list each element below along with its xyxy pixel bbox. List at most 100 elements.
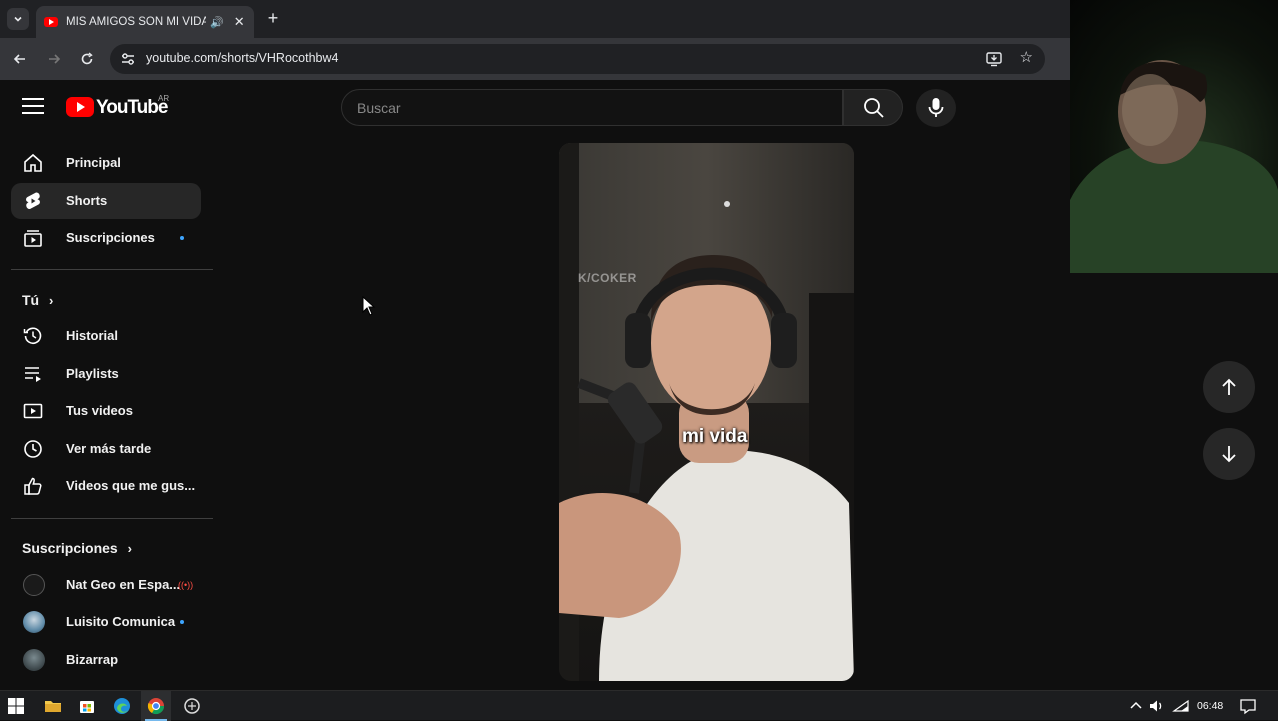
search-button[interactable] bbox=[843, 89, 903, 126]
webcam-person-image bbox=[1070, 60, 1278, 273]
avatar bbox=[23, 574, 45, 596]
back-button[interactable] bbox=[9, 48, 31, 70]
watch-later-icon bbox=[24, 440, 42, 458]
sidebar-item-label: Suscripciones bbox=[66, 230, 155, 245]
arrow-up-icon bbox=[1222, 378, 1236, 395]
sidebar-item-ver-mas-tarde[interactable]: Ver más tarde bbox=[11, 431, 201, 467]
country-code: AR bbox=[158, 94, 170, 103]
youtube-wordmark[interactable]: YouTube bbox=[96, 97, 168, 119]
sidebar-item-label: Historial bbox=[66, 328, 119, 343]
volume-icon[interactable] bbox=[1148, 697, 1166, 715]
url-text[interactable]: youtube.com/shorts/VHRocothbw4 bbox=[146, 51, 338, 65]
close-tab-icon[interactable]: ✕ bbox=[234, 14, 245, 30]
arrow-down-icon bbox=[1222, 446, 1236, 463]
arrow-left-icon bbox=[13, 54, 25, 64]
sidebar-item-videos-que-me-gustan[interactable]: Videos que me gus... bbox=[11, 468, 201, 504]
app-icon[interactable] bbox=[183, 697, 201, 715]
sidebar-item-suscripciones[interactable]: Suscripciones bbox=[11, 220, 201, 256]
sidebar-item-historial[interactable]: Historial bbox=[11, 318, 201, 354]
audio-playing-icon[interactable]: 🔊 bbox=[210, 16, 224, 29]
liked-videos-icon bbox=[24, 477, 42, 495]
chevron-right-icon: › bbox=[49, 293, 54, 308]
browser-tab-active[interactable]: MIS AMIGOS SON MI VIDA 🔊 ✕ bbox=[36, 6, 254, 38]
history-icon bbox=[23, 327, 42, 345]
next-short-button[interactable] bbox=[1203, 428, 1255, 480]
avatar bbox=[23, 611, 45, 633]
edge-browser-icon[interactable] bbox=[113, 697, 131, 715]
sidebar-item-principal[interactable]: Principal bbox=[11, 145, 201, 181]
youtube-logo-icon[interactable] bbox=[66, 97, 94, 117]
mouse-cursor-icon bbox=[362, 296, 376, 316]
new-content-dot bbox=[180, 236, 184, 240]
short-video-player[interactable]: K/COKER mi vida bbox=[559, 143, 854, 681]
new-content-dot bbox=[180, 620, 184, 624]
chevron-up-icon[interactable] bbox=[1127, 697, 1145, 715]
webcam-overlay bbox=[1070, 0, 1278, 273]
subscriptions-section-title[interactable]: Suscripciones › bbox=[22, 540, 132, 556]
sidebar-item-label: Videos que me gus... bbox=[66, 478, 196, 493]
forward-button[interactable] bbox=[43, 48, 65, 70]
playlists-icon bbox=[25, 367, 41, 382]
video-frame bbox=[559, 143, 854, 681]
sidebar-item-label: Ver más tarde bbox=[66, 441, 152, 456]
chevron-right-icon: › bbox=[127, 541, 132, 556]
you-section-label: Tú bbox=[22, 292, 40, 308]
menu-icon[interactable] bbox=[22, 98, 44, 116]
sidebar-divider bbox=[11, 518, 213, 519]
notifications-icon[interactable] bbox=[1239, 697, 1257, 715]
sidebar-item-label: Bizarrap bbox=[66, 652, 119, 667]
taskbar-clock[interactable]: 06:48 bbox=[1197, 700, 1223, 712]
bookmark-star-icon[interactable]: ☆ bbox=[1020, 48, 1033, 66]
sidebar-item-label: Nat Geo en Espa... bbox=[66, 577, 181, 592]
youtube-favicon-icon bbox=[44, 17, 58, 27]
sidebar-item-shorts[interactable]: Shorts bbox=[11, 183, 201, 219]
browser-toolbar: youtube.com/shorts/VHRocothbw4 ☆ bbox=[0, 38, 1070, 80]
reload-icon bbox=[81, 52, 93, 65]
previous-short-button[interactable] bbox=[1203, 361, 1255, 413]
youtube-header: YouTube AR bbox=[0, 80, 1070, 136]
store-icon[interactable] bbox=[78, 697, 96, 715]
home-icon bbox=[24, 153, 42, 172]
sidebar-subscription-nat-geo[interactable]: Nat Geo en Espa... ((•)) bbox=[11, 567, 201, 603]
arrow-right-icon bbox=[49, 54, 61, 64]
video-caption: mi vida bbox=[682, 426, 748, 447]
subscriptions-icon bbox=[24, 230, 42, 247]
shorts-icon bbox=[26, 192, 40, 210]
site-settings-icon[interactable] bbox=[120, 51, 136, 67]
sidebar-item-tus-videos[interactable]: Tus videos bbox=[11, 393, 201, 429]
sidebar-item-label: Playlists bbox=[66, 366, 119, 381]
chevron-down-icon bbox=[14, 16, 22, 22]
tab-title: MIS AMIGOS SON MI VIDA bbox=[66, 16, 206, 28]
install-app-icon[interactable] bbox=[985, 50, 1003, 68]
sidebar-item-label: Shorts bbox=[66, 193, 108, 208]
sidebar-divider bbox=[11, 269, 213, 270]
subscriptions-section-label: Suscripciones bbox=[22, 540, 118, 556]
chrome-taskbar-button[interactable] bbox=[141, 691, 171, 721]
browser-tab-strip: MIS AMIGOS SON MI VIDA 🔊 ✕ + bbox=[0, 0, 1070, 38]
sidebar: Principal Shorts Suscripciones Tú › Hist… bbox=[0, 136, 215, 690]
search-icon bbox=[864, 98, 884, 118]
tab-search-button[interactable] bbox=[7, 8, 29, 30]
search-box[interactable] bbox=[341, 89, 843, 126]
your-videos-icon bbox=[23, 403, 43, 419]
you-section-title[interactable]: Tú › bbox=[22, 292, 53, 308]
sidebar-subscription-luisito[interactable]: Luisito Comunica bbox=[11, 604, 201, 640]
file-explorer-icon[interactable] bbox=[44, 697, 62, 715]
search-input[interactable] bbox=[357, 100, 817, 116]
sidebar-subscription-bizarrap[interactable]: Bizarrap bbox=[11, 642, 201, 678]
chrome-browser-icon bbox=[147, 698, 165, 715]
taskbar: 06:48 bbox=[0, 690, 1278, 721]
new-tab-button[interactable]: + bbox=[264, 8, 282, 29]
avatar bbox=[23, 649, 45, 671]
sidebar-item-label: Principal bbox=[66, 155, 121, 170]
windows-start-icon[interactable] bbox=[7, 697, 25, 715]
network-icon[interactable] bbox=[1172, 697, 1190, 715]
reload-button[interactable] bbox=[76, 48, 98, 70]
live-indicator-icon: ((•)) bbox=[178, 580, 194, 590]
video-watermark: K/COKER bbox=[578, 271, 637, 285]
voice-search-button[interactable] bbox=[916, 89, 956, 127]
microphone-icon bbox=[928, 98, 944, 117]
sidebar-item-playlists[interactable]: Playlists bbox=[11, 356, 201, 392]
address-bar[interactable]: youtube.com/shorts/VHRocothbw4 ☆ bbox=[110, 44, 1045, 74]
sidebar-item-label: Luisito Comunica bbox=[66, 614, 176, 629]
